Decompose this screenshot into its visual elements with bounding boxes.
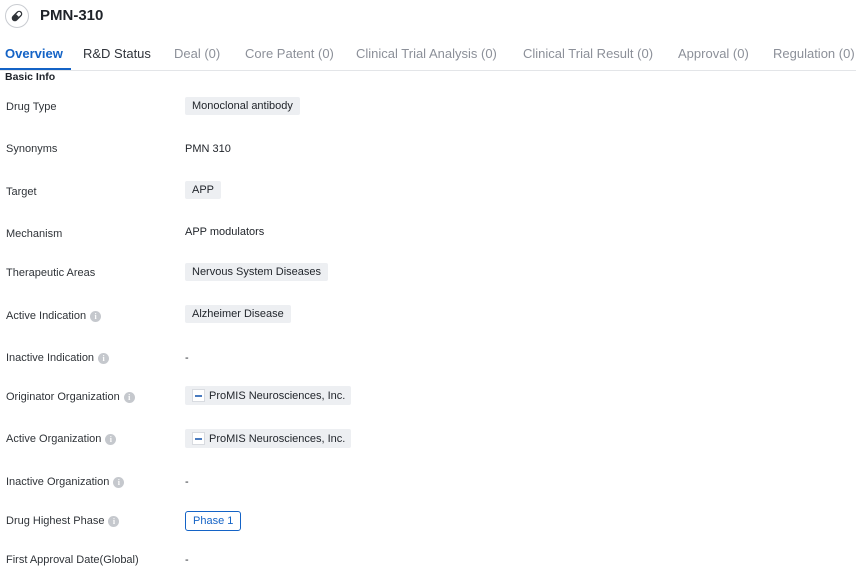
drug-type-label: Drug Type: [6, 101, 57, 113]
highest-phase-label: Drug Highest Phase i: [6, 515, 119, 527]
therapeutic-areas-label: Therapeutic Areas: [6, 267, 95, 279]
synonyms-label: Synonyms: [6, 143, 57, 155]
tab-overview[interactable]: Overview: [5, 46, 63, 61]
page-title: PMN-310: [40, 7, 103, 24]
info-icon[interactable]: i: [124, 392, 135, 403]
target-value: APP: [185, 181, 221, 199]
info-icon[interactable]: i: [98, 353, 109, 364]
target-label: Target: [6, 186, 37, 198]
inactive-org-label: Inactive Organization i: [6, 476, 124, 488]
highest-phase-value: Phase 1: [185, 511, 241, 531]
therapeutic-areas-label-text: Therapeutic Areas: [6, 267, 95, 279]
tab-approval[interactable]: Approval (0): [678, 46, 749, 61]
first-approval-value: -: [185, 554, 189, 566]
org-logo-icon: [192, 389, 205, 402]
phase-badge[interactable]: Phase 1: [185, 511, 241, 531]
active-org-tag[interactable]: ProMIS Neurosciences, Inc.: [185, 429, 351, 448]
tab-clinical-trial-result[interactable]: Clinical Trial Result (0): [523, 46, 653, 61]
tab-regulation[interactable]: Regulation (0): [773, 46, 855, 61]
synonyms-value: PMN 310: [185, 143, 231, 155]
drug-type-value: Monoclonal antibody: [185, 97, 300, 115]
tab-clinical-trial-analysis[interactable]: Clinical Trial Analysis (0): [356, 46, 497, 61]
active-org-label-text: Active Organization: [6, 433, 101, 445]
synonyms-label-text: Synonyms: [6, 143, 57, 155]
inactive-org-value: -: [185, 476, 189, 488]
active-tab-indicator: [0, 68, 71, 70]
originator-org-label-text: Originator Organization: [6, 391, 120, 403]
info-icon[interactable]: i: [105, 434, 116, 445]
inactive-indication-label: Inactive Indication i: [6, 352, 109, 364]
originator-org-value: ProMIS Neurosciences, Inc.: [185, 386, 351, 405]
tab-deal[interactable]: Deal (0): [174, 46, 220, 61]
therapeutic-areas-value: Nervous System Diseases: [185, 263, 328, 281]
highest-phase-label-text: Drug Highest Phase: [6, 515, 104, 527]
tab-core-patent[interactable]: Core Patent (0): [245, 46, 334, 61]
active-indication-label-text: Active Indication: [6, 310, 86, 322]
inactive-indication-value: -: [185, 352, 189, 364]
info-icon[interactable]: i: [90, 311, 101, 322]
section-title-basic-info: Basic Info: [5, 71, 55, 83]
page-header: PMN-310: [0, 0, 856, 36]
first-approval-label: First Approval Date(Global): [6, 554, 139, 566]
org-logo-icon: [192, 432, 205, 445]
pill-icon: [5, 4, 29, 28]
drug-type-label-text: Drug Type: [6, 101, 57, 113]
originator-org-label: Originator Organization i: [6, 391, 135, 403]
target-tag[interactable]: APP: [185, 181, 221, 199]
mechanism-label: Mechanism: [6, 228, 62, 240]
active-org-name: ProMIS Neurosciences, Inc.: [209, 433, 345, 445]
active-indication-tag[interactable]: Alzheimer Disease: [185, 305, 291, 323]
active-indication-value: Alzheimer Disease: [185, 305, 291, 323]
info-icon[interactable]: i: [108, 516, 119, 527]
mechanism-label-text: Mechanism: [6, 228, 62, 240]
originator-org-tag[interactable]: ProMIS Neurosciences, Inc.: [185, 386, 351, 405]
active-org-label: Active Organization i: [6, 433, 116, 445]
info-icon[interactable]: i: [113, 477, 124, 488]
inactive-indication-label-text: Inactive Indication: [6, 352, 94, 364]
originator-org-name: ProMIS Neurosciences, Inc.: [209, 390, 345, 402]
target-label-text: Target: [6, 186, 37, 198]
inactive-org-label-text: Inactive Organization: [6, 476, 109, 488]
therapeutic-area-tag[interactable]: Nervous System Diseases: [185, 263, 328, 281]
first-approval-label-text: First Approval Date(Global): [6, 554, 139, 566]
tab-bar: Overview R&D Status Deal (0) Core Patent…: [0, 36, 856, 71]
drug-type-tag[interactable]: Monoclonal antibody: [185, 97, 300, 115]
tab-rd-status[interactable]: R&D Status: [83, 46, 151, 61]
active-org-value: ProMIS Neurosciences, Inc.: [185, 429, 351, 448]
mechanism-value: APP modulators: [185, 226, 264, 238]
active-indication-label: Active Indication i: [6, 310, 101, 322]
